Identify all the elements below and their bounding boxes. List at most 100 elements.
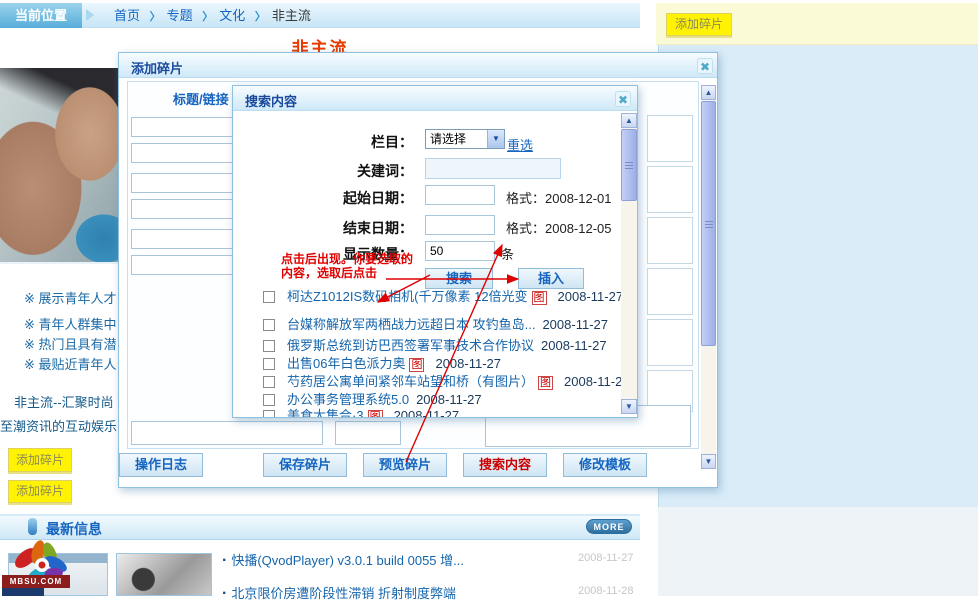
news-thumbnail-2[interactable] [116, 553, 212, 596]
result-checkbox[interactable] [263, 358, 275, 370]
content-box[interactable] [647, 166, 693, 213]
result-date: 2008-11-27 [435, 356, 501, 371]
image-badge: 图 [409, 358, 424, 372]
result-title[interactable]: 俄罗斯总统到访巴西签署军事技术合作协议 [287, 338, 534, 353]
link-input[interactable] [131, 255, 243, 275]
breadcrumb-item[interactable]: 专题 [167, 8, 193, 23]
scroll-down-icon[interactable]: ▼ [621, 399, 637, 414]
feature-photo [0, 68, 118, 264]
news-link[interactable]: 北京限价房遭阶段性滞销 折射制度弊端 [231, 586, 456, 601]
news-date: 2008-11-28 [578, 585, 633, 597]
current-location-tab: 当前位置 [0, 3, 82, 28]
title-input[interactable] [131, 173, 243, 193]
count-input[interactable] [425, 241, 495, 261]
dialog-button-row: 保存碎片 预览碎片 搜索内容 修改模板 操作日志 [119, 453, 719, 477]
column-select[interactable]: 请选择 ▼ [425, 129, 505, 149]
result-title[interactable]: 台媒称解放军两栖战力远超日本 攻钓鱼岛... [287, 317, 535, 332]
more-button[interactable]: MORE [586, 519, 632, 534]
tagline-2: 至潮资讯的互动娱乐网 [0, 416, 130, 435]
news-pill-icon [28, 518, 37, 535]
result-row: 出售06年白色派力奥图 2008-11-27 [233, 353, 618, 370]
column-select-value: 请选择 [430, 132, 466, 146]
image-badge: 图 [368, 410, 383, 418]
dialog-title: 搜索内容 [245, 91, 297, 110]
search-content-dialog: 搜索内容 ✖ 栏目： 请选择 ▼ 重选 关建词： 起始日期： 格式：2008-1… [232, 85, 638, 418]
result-checkbox[interactable] [263, 376, 275, 388]
end-date-label: 结束日期： [233, 218, 413, 238]
title-input[interactable] [131, 229, 243, 249]
dialog-action-button[interactable]: 操作日志 [119, 453, 203, 477]
news-link[interactable]: 快播(QvodPlayer) v3.0.1 build 0055 增... [231, 553, 464, 568]
chevron-down-icon[interactable]: ▼ [487, 130, 504, 148]
thumb-grip [705, 224, 713, 225]
result-checkbox[interactable] [263, 291, 275, 303]
result-title[interactable]: 柯达Z1012IS数码相机(千万像素 12倍光变 [287, 289, 528, 304]
dialog-header [119, 53, 717, 78]
dialog-scrollbar[interactable]: ▲ ▼ [621, 113, 637, 414]
tagline-1: 非主流--汇聚时尚 [14, 392, 114, 411]
title-input[interactable] [131, 117, 243, 137]
content-box[interactable] [647, 115, 693, 162]
site-logo: MBSU.COM [0, 540, 80, 596]
scroll-up-icon[interactable]: ▲ [621, 113, 637, 128]
thumb-grip [625, 165, 633, 166]
result-date: 2008-11-27 [394, 408, 460, 418]
breadcrumb-separator-icon: 〉 [150, 11, 161, 23]
result-checkbox[interactable] [263, 410, 275, 418]
breadcrumb-item[interactable]: 非主流 [272, 8, 311, 23]
add-fragment-button-left-1[interactable]: 添加碎片 [8, 448, 72, 472]
column-label: 栏目： [233, 132, 413, 152]
scrollbar-thumb[interactable] [621, 129, 637, 201]
add-fragment-button-top[interactable]: 添加碎片 [666, 13, 732, 36]
result-row: 芍药居公寓单间紧邻车站望和桥（有图片）图2008-11-27 [233, 371, 618, 388]
result-title[interactable]: 出售06年白色派力奥 [287, 356, 405, 371]
result-date: 2008-11-27 [564, 374, 630, 389]
result-row: 台媒称解放军两栖战力远超日本 攻钓鱼岛...2008-11-27 [233, 314, 618, 331]
add-fragment-button-left-2[interactable]: 添加碎片 [8, 480, 72, 503]
close-icon[interactable]: ✖ [615, 91, 631, 107]
result-checkbox[interactable] [263, 319, 275, 331]
bottom-link-input[interactable] [335, 421, 401, 445]
start-date-input[interactable] [425, 185, 495, 205]
bottom-title-input[interactable] [131, 421, 323, 445]
news-row: ·北京限价房遭阶段性滞销 折射制度弊端 2008-11-28 [222, 583, 640, 601]
feature-item: ※ 热门且具有潜 [24, 334, 117, 353]
result-title[interactable]: 美食大集合·3 [287, 408, 364, 418]
news-row: ·快播(QvodPlayer) v3.0.1 build 0055 增... 2… [222, 550, 640, 568]
end-date-input[interactable] [425, 215, 495, 235]
close-icon[interactable]: ✖ [697, 58, 713, 74]
dialog-scrollbar[interactable]: ▲ ▼ [701, 85, 716, 469]
result-date: 2008-11-27 [558, 289, 624, 304]
scrollbar-thumb[interactable] [701, 101, 716, 346]
content-box[interactable] [647, 217, 693, 264]
breadcrumb-item[interactable]: 首页 [114, 8, 140, 23]
dialog-action-button[interactable]: 预览碎片 [363, 453, 447, 477]
feature-item: ※ 青年人群集中 [24, 314, 117, 333]
dialog-action-button[interactable]: 修改模板 [563, 453, 647, 477]
content-box[interactable] [647, 268, 693, 315]
breadcrumb: 首页 〉专题 〉文化 〉非主流 [102, 3, 311, 28]
image-badge: 图 [538, 376, 553, 390]
breadcrumb-separator-icon: 〉 [255, 11, 266, 23]
start-date-format: 格式：2008-12-01 [506, 188, 612, 207]
breadcrumb-separator-icon: 〉 [202, 11, 213, 23]
link-input[interactable] [131, 199, 243, 219]
keyword-input[interactable] [425, 158, 561, 179]
dialog-action-button[interactable]: 搜索内容 [463, 453, 547, 477]
content-box[interactable] [647, 319, 693, 366]
title-link-column-header: 标题/链接 [173, 89, 229, 108]
dialog-action-button[interactable]: 保存碎片 [263, 453, 347, 477]
result-checkbox[interactable] [263, 340, 275, 352]
link-input[interactable] [131, 143, 243, 163]
news-date: 2008-11-27 [578, 552, 633, 564]
dialog-title: 添加碎片 [131, 58, 183, 77]
keyword-label: 关建词： [233, 161, 413, 181]
result-title[interactable]: 芍药居公寓单间紧邻车站望和桥（有图片） [287, 374, 534, 389]
image-badge: 图 [532, 291, 547, 305]
news-list: ·北京限价房遭阶段性滞销 折射制度弊端 2008-11-28 ·快播(QvodP… [222, 550, 640, 596]
breadcrumb-item[interactable]: 文化 [219, 8, 245, 23]
scroll-up-icon[interactable]: ▲ [701, 85, 716, 100]
reselect-link[interactable]: 重选 [507, 135, 533, 154]
count-unit: 条 [501, 244, 514, 263]
result-row: 美食大集合·3 图 2008-11-27 [233, 405, 618, 418]
